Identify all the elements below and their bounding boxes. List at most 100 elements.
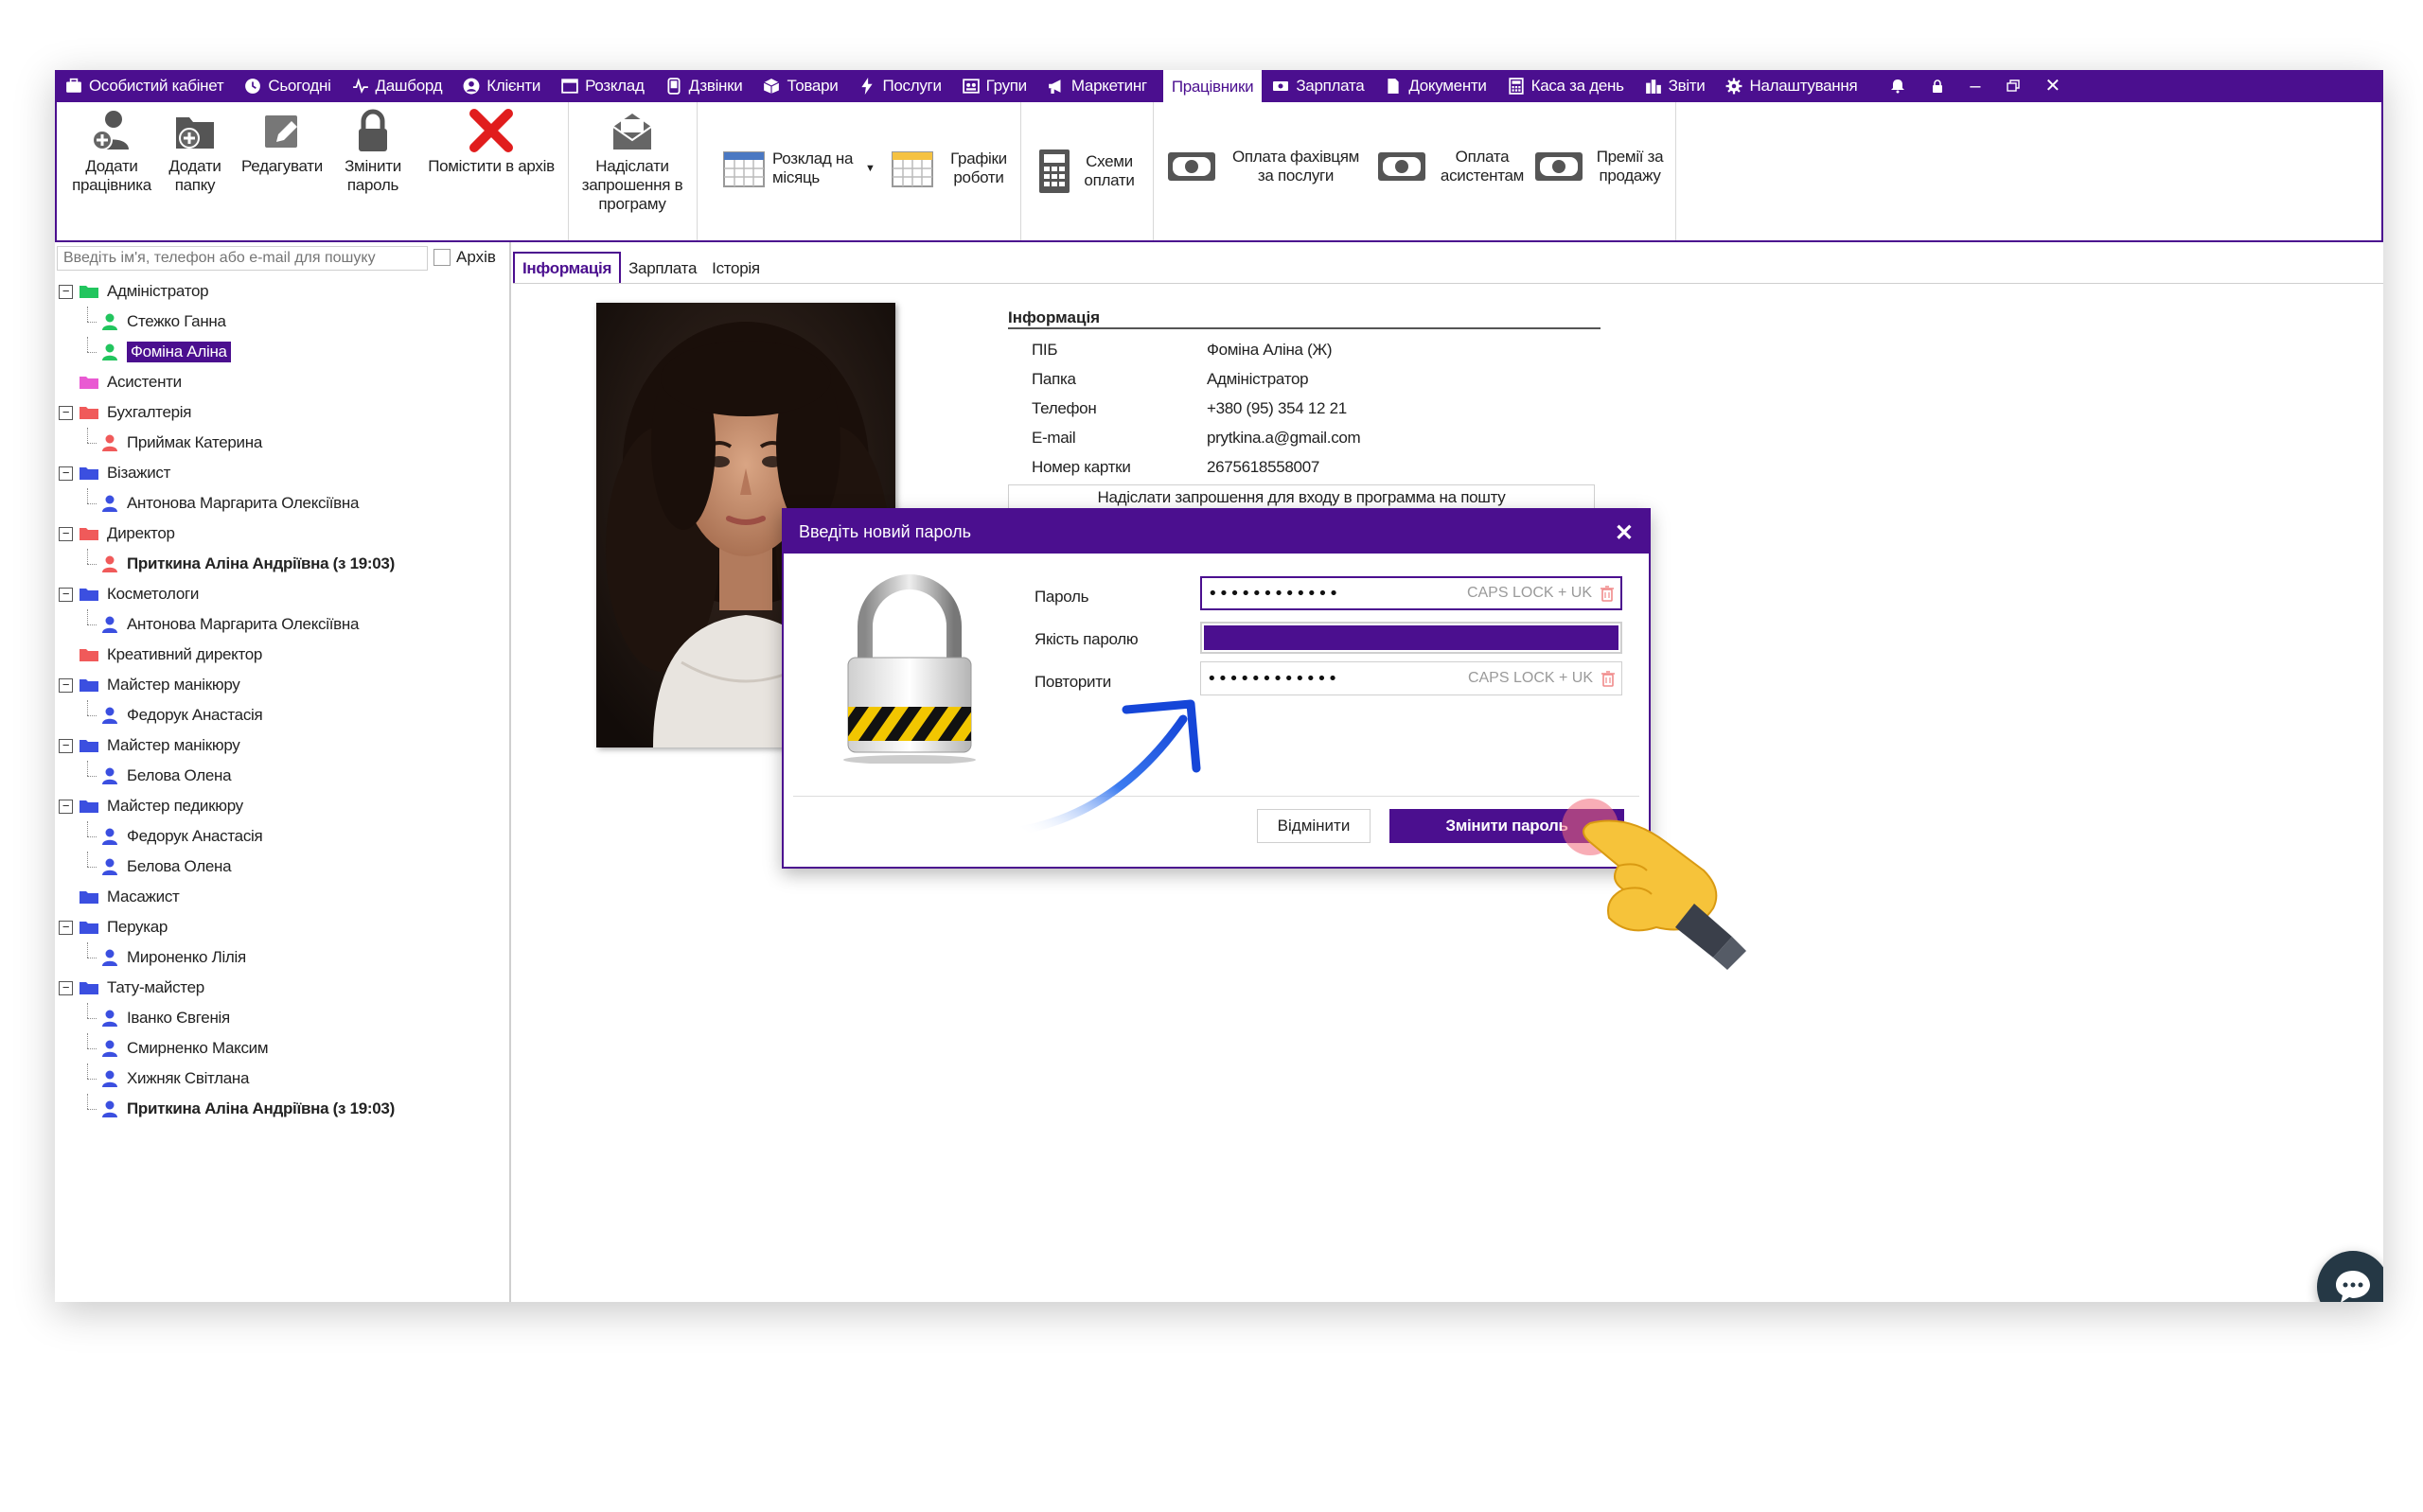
collapse-toggle-icon[interactable]: − xyxy=(59,405,73,420)
menu-schedule[interactable]: Розклад xyxy=(551,70,654,102)
chat-button[interactable] xyxy=(2317,1251,2383,1302)
payment-schemes-button[interactable]: Схеми оплати xyxy=(1037,148,1140,195)
tree-employee[interactable]: Стежко Ганна xyxy=(59,307,504,337)
cancel-button[interactable]: Відмінити xyxy=(1257,809,1371,843)
tree-employee[interactable]: Приткина Аліна Андріївна (з 19:03) xyxy=(59,549,504,579)
tree-employee[interactable]: Мироненко Лілія xyxy=(59,942,504,973)
tab-history[interactable]: Історія xyxy=(704,254,768,284)
menu-cash[interactable]: Каса за день xyxy=(1497,70,1635,102)
tree-folder[interactable]: − Косметологи xyxy=(59,579,504,609)
caps-hint: CAPS LOCK + UK xyxy=(1466,585,1592,601)
menu-employees[interactable]: Працівники xyxy=(1162,70,1263,104)
restore-icon[interactable] xyxy=(2006,78,2021,95)
dropdown-arrow-icon[interactable]: ▼ xyxy=(865,159,875,178)
search-input[interactable] xyxy=(57,246,428,271)
close-icon[interactable]: ✕ xyxy=(2045,77,2061,96)
tree-folder[interactable]: − Майстер манікюру xyxy=(59,730,504,761)
archive-checkbox[interactable]: Архів xyxy=(433,248,496,267)
tree-employee[interactable]: Смирненко Максим xyxy=(59,1033,504,1064)
minimize-icon[interactable]: – xyxy=(1970,77,1980,96)
tree-employee[interactable]: Федорук Анастасія xyxy=(59,821,504,852)
tree-label: Белова Олена xyxy=(127,857,232,875)
change-password-button[interactable]: Змінити пароль xyxy=(335,108,411,195)
tree-folder[interactable]: − Майстер педикюру xyxy=(59,791,504,821)
tree-folder[interactable]: − Майстер манікюру xyxy=(59,670,504,700)
collapse-toggle-icon[interactable]: − xyxy=(59,920,73,935)
archive-button[interactable]: Помістити в архів xyxy=(420,108,562,176)
sales-bonuses-button[interactable]: Премії за продажу xyxy=(1533,148,1668,185)
tree-folder[interactable]: Масажист xyxy=(59,882,504,912)
menu-services[interactable]: Послуги xyxy=(848,70,951,102)
menu-goods[interactable]: Товари xyxy=(752,70,848,102)
collapse-toggle-icon[interactable]: − xyxy=(59,587,73,602)
pencil-icon xyxy=(265,115,297,148)
tree-employee[interactable]: Фоміна Аліна xyxy=(59,337,504,367)
tree-employee[interactable]: Іванко Євгенія xyxy=(59,1003,504,1033)
menu-documents[interactable]: Документи xyxy=(1374,70,1496,102)
monthly-schedule-button[interactable]: Розклад на місяць ▼ xyxy=(723,149,875,187)
envelope-icon xyxy=(612,114,652,149)
tree-folder[interactable]: Асистенти xyxy=(59,367,504,397)
money-icon xyxy=(1273,81,1289,91)
collapse-toggle-icon[interactable]: − xyxy=(59,466,73,481)
menu-label: Документи xyxy=(1408,77,1487,95)
menu-dashboard[interactable]: Дашборд xyxy=(342,70,453,102)
tree-label: Приткина Аліна Андріївна (з 19:03) xyxy=(127,1099,395,1117)
tree-label: Директор xyxy=(107,524,175,542)
bell-icon[interactable] xyxy=(1890,78,1905,95)
edit-button[interactable]: Редагувати xyxy=(235,108,329,176)
chat-icon xyxy=(2336,1271,2370,1302)
tree-folder[interactable]: − Перукар xyxy=(59,912,504,942)
send-invite-email-button[interactable]: Надіслати запрошення для входу в програм… xyxy=(1008,484,1595,511)
password-label: Пароль xyxy=(1035,588,1089,606)
trash-icon[interactable] xyxy=(1600,585,1615,602)
trash-icon[interactable] xyxy=(1601,670,1616,687)
tree-folder[interactable]: − Директор xyxy=(59,519,504,549)
tree-employee[interactable]: Федорук Анастасія xyxy=(59,700,504,730)
add-folder-button[interactable]: Додати папку xyxy=(163,108,227,195)
collapse-toggle-icon[interactable]: − xyxy=(59,799,73,814)
menu-today[interactable]: Сьогодні xyxy=(234,70,341,102)
tab-salary[interactable]: Зарплата xyxy=(621,254,704,284)
folder-icon xyxy=(80,377,98,389)
pay-assistants-button[interactable]: Оплата асистентам xyxy=(1376,148,1530,185)
add-employee-button[interactable]: Додати працівника xyxy=(64,108,159,195)
tree-employee[interactable]: Антонова Маргарита Олексіївна xyxy=(59,609,504,640)
tree-folder[interactable]: − Адміністратор xyxy=(59,276,504,307)
collapse-toggle-icon[interactable]: − xyxy=(59,677,73,693)
menu-personal-cabinet[interactable]: Особистий кабінет xyxy=(55,70,234,102)
tree-employee[interactable]: Приймак Катерина xyxy=(59,428,504,458)
menu-settings[interactable]: Налаштування xyxy=(1715,70,1867,102)
menu-calls[interactable]: Дзвінки xyxy=(655,70,753,102)
tree-employee[interactable]: Антонова Маргарита Олексіївна xyxy=(59,488,504,519)
tree-folder[interactable]: − Тату-майстер xyxy=(59,973,504,1003)
checkbox-box[interactable] xyxy=(433,249,451,266)
password-field[interactable]: •••••••••••• CAPS LOCK + UK xyxy=(1200,576,1622,610)
close-icon[interactable]: ✕ xyxy=(1615,519,1634,547)
tree-label: Федорук Анастасія xyxy=(127,706,263,724)
send-invite-button[interactable]: Надіслати запрошення в програму xyxy=(575,108,689,214)
collapse-toggle-icon[interactable]: − xyxy=(59,526,73,541)
menu-reports[interactable]: Звіти xyxy=(1635,70,1716,102)
tree-employee[interactable]: Хижняк Світлана xyxy=(59,1064,504,1094)
repeat-password-field[interactable]: •••••••••••• CAPS LOCK + UK xyxy=(1200,661,1622,695)
tree-employee[interactable]: Приткина Аліна Андріївна (з 19:03) xyxy=(59,1094,504,1124)
tree-employee[interactable]: Белова Олена xyxy=(59,852,504,882)
tree-folder[interactable]: − Бухгалтерія xyxy=(59,397,504,428)
collapse-toggle-icon[interactable]: − xyxy=(59,284,73,299)
tree-folder[interactable]: − Візажист xyxy=(59,458,504,488)
lock-icon[interactable] xyxy=(1930,78,1945,95)
tab-information[interactable]: Інформація xyxy=(513,252,622,284)
folder-icon xyxy=(80,800,98,813)
person-icon xyxy=(102,1100,117,1117)
menu-groups[interactable]: Групи xyxy=(952,70,1037,102)
tree-folder[interactable]: Креативний директор xyxy=(59,640,504,670)
tree-employee[interactable]: Белова Олена xyxy=(59,761,504,791)
pay-specialists-button[interactable]: Оплата фахівцям за послуги xyxy=(1166,148,1367,185)
menu-clients[interactable]: Клієнти xyxy=(452,70,551,102)
collapse-toggle-icon[interactable]: − xyxy=(59,738,73,753)
menu-marketing[interactable]: Маркетинг xyxy=(1037,70,1158,102)
collapse-toggle-icon[interactable]: − xyxy=(59,980,73,995)
menu-salary[interactable]: Зарплата xyxy=(1262,70,1374,102)
work-schedules-button[interactable]: Графіки роботи xyxy=(892,149,1017,187)
